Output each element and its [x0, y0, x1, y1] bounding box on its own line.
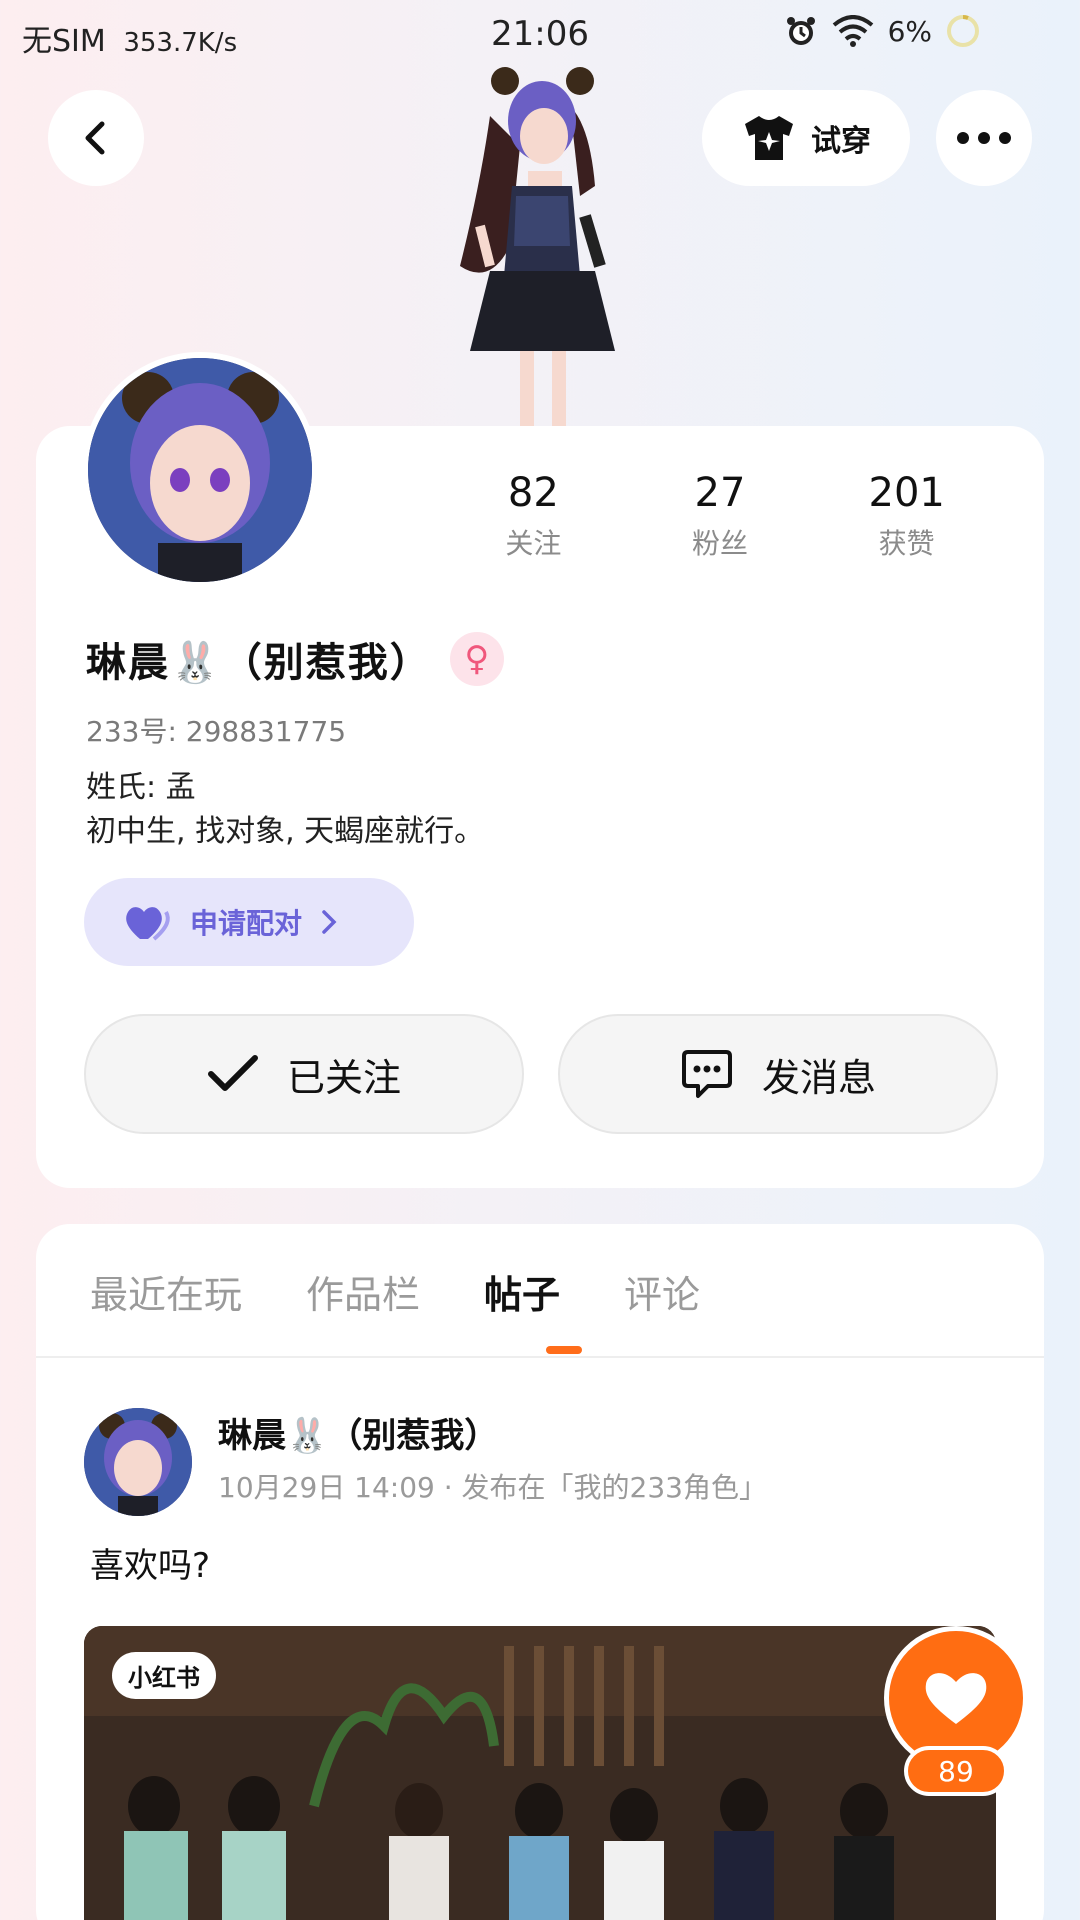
tab-comments[interactable]: 评论: [624, 1264, 700, 1319]
checkmark-icon: [207, 1055, 258, 1091]
stat-following-count: 82: [507, 470, 559, 516]
stat-followers[interactable]: 27 粉丝: [627, 470, 814, 562]
avatar[interactable]: [82, 352, 318, 588]
post-author-name[interactable]: 琳晨🐰（别惹我）: [218, 1408, 498, 1457]
stat-likes-label: 获赞: [878, 527, 935, 560]
request-match-button[interactable]: 申请配对: [84, 878, 414, 966]
battery-percent: 6%: [887, 14, 932, 48]
bio-line-surname: 姓氏: 孟: [86, 770, 196, 805]
stat-following[interactable]: 82 关注: [440, 470, 627, 562]
avatar-image: [88, 358, 312, 582]
followed-button[interactable]: 已关注: [84, 1014, 524, 1134]
post-text: 喜欢吗?: [90, 1546, 211, 1586]
heart-icon: [925, 1673, 987, 1724]
female-icon: ♀: [449, 632, 504, 686]
character-figure[interactable]: [420, 66, 660, 426]
profile-name: 琳晨🐰（别惹我）: [86, 640, 432, 686]
send-message-label: 发消息: [761, 1055, 876, 1100]
post-author-avatar[interactable]: [84, 1408, 192, 1516]
content-tabs: 最近在玩 作品栏 帖子 评论: [90, 1264, 700, 1319]
xiaohongshu-badge: 小红书: [112, 1652, 216, 1699]
back-button[interactable]: [48, 90, 144, 186]
post-avatar-image: [84, 1408, 192, 1516]
status-bar: 无SIM 353.7K/s 21:06 6%: [0, 0, 1080, 70]
more-button[interactable]: [936, 90, 1032, 186]
post-meta: 10月29日 14:09 · 发布在「我的233角色」: [218, 1471, 767, 1504]
chat-bubble-icon: [681, 1050, 732, 1098]
chevron-left-icon: [85, 121, 105, 155]
battery-icon: [947, 15, 979, 47]
post-image[interactable]: 小红书: [84, 1626, 996, 1920]
wifi-icon: [832, 15, 873, 47]
name-row: 琳晨🐰（别惹我） ♀: [86, 630, 504, 688]
profile-stats: 82 关注 27 粉丝 201 获赞: [440, 470, 1000, 562]
stat-likes[interactable]: 201 获赞: [813, 470, 1000, 562]
tab-recently-played[interactable]: 最近在玩: [90, 1264, 242, 1319]
try-on-button[interactable]: 试穿: [702, 90, 910, 186]
more-dots-icon: [957, 132, 1011, 144]
send-message-button[interactable]: 发消息: [558, 1014, 998, 1134]
alarm-icon: [786, 17, 815, 45]
post-photo: [84, 1626, 996, 1920]
shirt-icon: [745, 116, 793, 160]
profile-bio: 姓氏: 孟 初中生, 找对象, 天蝎座就行。: [86, 766, 484, 854]
stat-following-label: 关注: [505, 527, 562, 560]
active-tab-indicator: [546, 1346, 582, 1354]
user-id: 233号: 298831775: [86, 715, 347, 748]
followed-label: 已关注: [286, 1055, 401, 1100]
stat-likes-count: 201: [868, 470, 945, 516]
stat-followers-count: 27: [694, 470, 746, 516]
stat-followers-label: 粉丝: [692, 527, 749, 560]
tab-works[interactable]: 作品栏: [306, 1264, 420, 1319]
request-match-label: 申请配对: [190, 907, 303, 940]
bio-line-description: 初中生, 找对象, 天蝎座就行。: [86, 814, 485, 849]
like-count: 89: [904, 1746, 1008, 1796]
heart-icon: [126, 907, 170, 941]
try-on-label: 试穿: [811, 124, 871, 159]
status-icons: 6%: [784, 14, 980, 48]
chevron-right-icon: [322, 910, 337, 934]
tabs-divider: [36, 1356, 1044, 1358]
tab-posts[interactable]: 帖子: [484, 1264, 560, 1319]
